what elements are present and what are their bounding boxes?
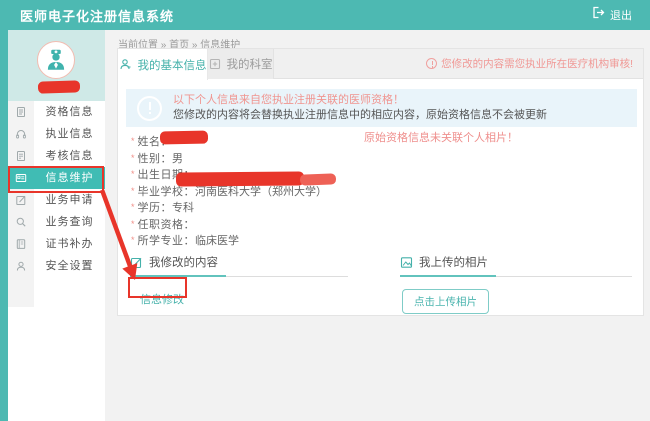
user-icon — [8, 255, 34, 277]
avatar[interactable] — [37, 41, 75, 79]
person-icon — [119, 58, 132, 71]
tab-my-basic-info[interactable]: 我的基本信息 — [118, 49, 208, 80]
sidebar: 资格信息 执业信息 考核信息 信息维护 业务申请 — [0, 30, 105, 421]
sidebar-item-certificate-reissue[interactable]: 证书补办 — [8, 233, 105, 255]
sidebar-item-label: 业务申请 — [34, 189, 105, 211]
photo-note: 原始资格信息未关联个人相片！ — [364, 129, 518, 145]
notice-box: 以下个人信息来自您执业注册关联的医师资格！ 您修改的内容将会替换执业注册信息中的… — [126, 89, 637, 127]
field-row-birth-date: * 出生日期： — [131, 166, 327, 183]
logout-label: 退出 — [610, 7, 632, 23]
required-marker: * — [131, 136, 135, 146]
sidebar-item-business-query[interactable]: 业务查询 — [8, 211, 105, 233]
headset-icon — [8, 123, 34, 145]
notice-line1: 以下个人信息来自您执业注册关联的医师资格！ — [173, 93, 547, 108]
sidebar-item-label: 证书补办 — [34, 233, 105, 255]
sidebar-item-info-maintenance[interactable]: 信息维护 — [8, 167, 105, 189]
field-value: 专科 — [172, 199, 194, 215]
field-value: 河南医科大学（郑州大学） — [195, 183, 327, 199]
field-label: 姓名： — [138, 133, 173, 149]
sidebar-item-label: 安全设置 — [34, 255, 105, 277]
field-label: 学历： — [138, 199, 173, 215]
review-warning-text: 您修改的内容需您执业所在医疗机构审核! — [441, 56, 633, 71]
sidebar-item-business-application[interactable]: 业务申请 — [8, 189, 105, 211]
exclamation-circle-icon — [426, 58, 437, 69]
edit-icon — [8, 189, 34, 211]
sidebar-item-qualification-info[interactable]: 资格信息 — [8, 101, 105, 123]
required-marker: * — [131, 235, 135, 245]
book-icon — [8, 233, 34, 255]
field-list: * 姓名： * 性别： 男 * 出生日期： * 毕业学校： 河南医科大学（郑州大… — [131, 133, 327, 249]
sidebar-item-label: 执业信息 — [34, 123, 105, 145]
file-icon — [8, 145, 34, 167]
field-label: 毕业学校： — [138, 183, 196, 199]
field-row-education: * 学历： 专科 — [131, 199, 327, 216]
main-content: 当前位置 » 首页 » 信息维护 我的基本信息 我的科室 您修改的内容需您执业所… — [105, 30, 650, 421]
sidebar-item-assessment-info[interactable]: 考核信息 — [8, 145, 105, 167]
required-marker: * — [131, 219, 135, 229]
field-value: 临床医学 — [195, 232, 239, 248]
search-icon — [8, 211, 34, 233]
section-title: 我修改的内容 — [149, 254, 218, 270]
field-label: 任职资格： — [138, 216, 196, 232]
logout-button[interactable]: 退出 — [592, 6, 650, 24]
required-marker: * — [131, 153, 135, 163]
required-marker: * — [131, 169, 135, 179]
info-modify-link[interactable]: 信息修改 — [140, 291, 184, 307]
info-exclamation-icon — [137, 96, 162, 121]
tab-label: 我的科室 — [227, 56, 273, 72]
notice-line2: 您修改的内容将会替换执业注册信息中的相应内容，原始资格信息不会被更新 — [173, 108, 547, 123]
doctor-icon — [43, 47, 69, 73]
field-label: 所学专业： — [138, 232, 196, 248]
required-marker: * — [131, 202, 135, 212]
pencil-square-icon — [130, 256, 143, 269]
section-title: 我上传的相片 — [419, 254, 488, 270]
app-header: 医师电子化注册信息系统 退出 — [0, 0, 650, 30]
sidebar-item-label: 考核信息 — [34, 145, 105, 167]
field-row-major: * 所学专业： 临床医学 — [131, 232, 327, 249]
sidebar-item-security-settings[interactable]: 安全设置 — [8, 255, 105, 277]
field-label: 性别： — [138, 150, 173, 166]
field-value: 男 — [172, 150, 183, 166]
upload-photo-button[interactable]: 点击上传相片 — [402, 289, 489, 314]
section-uploaded-photos: 我上传的相片 点击上传相片 — [400, 254, 632, 314]
field-label: 出生日期： — [138, 166, 196, 182]
image-icon — [400, 256, 413, 269]
id-card-icon — [8, 167, 34, 189]
sidebar-menu: 资格信息 执业信息 考核信息 信息维护 业务申请 — [8, 101, 105, 277]
tab-bar: 我的基本信息 我的科室 您修改的内容需您执业所在医疗机构审核! — [118, 49, 643, 79]
app-title: 医师电子化注册信息系统 — [0, 6, 174, 25]
field-row-graduation-school: * 毕业学校： 河南医科大学（郑州大学） — [131, 183, 327, 200]
plus-square-icon — [209, 58, 221, 70]
sidebar-item-label: 业务查询 — [34, 211, 105, 233]
sidebar-accent-strip — [0, 30, 8, 421]
document-icon — [8, 101, 34, 123]
review-warning: 您修改的内容需您执业所在医疗机构审核! — [426, 49, 643, 78]
field-row-name: * 姓名： — [131, 133, 327, 150]
section-header: 我修改的内容 — [130, 254, 348, 277]
notice-text: 以下个人信息来自您执业注册关联的医师资格！ 您修改的内容将会替换执业注册信息中的… — [173, 93, 547, 123]
field-row-professional-title: * 任职资格： — [131, 216, 327, 233]
sidebar-item-label: 资格信息 — [34, 101, 105, 123]
required-marker: * — [131, 186, 135, 196]
profile-panel — [8, 30, 105, 101]
section-modified-content: 我修改的内容 信息修改 — [130, 254, 348, 308]
tab-my-department[interactable]: 我的科室 — [208, 49, 274, 79]
sidebar-item-label: 信息维护 — [34, 167, 105, 189]
section-header: 我上传的相片 — [400, 254, 632, 277]
logout-icon — [592, 6, 605, 24]
info-card: 我的基本信息 我的科室 您修改的内容需您执业所在医疗机构审核! 以下个人信息来自… — [117, 48, 644, 316]
field-row-gender: * 性别： 男 — [131, 150, 327, 167]
sidebar-item-practice-info[interactable]: 执业信息 — [8, 123, 105, 145]
tab-label: 我的基本信息 — [138, 57, 207, 73]
